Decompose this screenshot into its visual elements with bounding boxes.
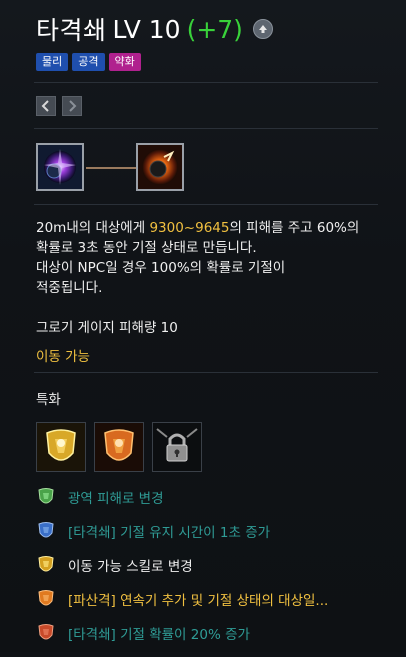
prev-button[interactable] (36, 96, 56, 116)
divider (34, 128, 378, 129)
stagger-gauge-text: 그로기 게이지 피해량 10 (36, 320, 178, 336)
tripod-option[interactable]: [파산격] 연속기 추가 및 기절 상태의 대상일... (36, 589, 396, 609)
movable-text: 이동 가능 (36, 349, 90, 365)
tripod-gem-icon (38, 624, 54, 640)
skill-name: 타격쇄 (36, 16, 107, 45)
damage-value: 9300~9645 (149, 220, 230, 236)
tripod-gem-icon (38, 590, 54, 606)
tripod-slot-2[interactable] (94, 422, 144, 472)
desc-line: 적중됩니다. (36, 280, 103, 296)
skill-tooltip: 타격쇄 LV 10 (+7) 물리 공격 약화 20m내의 대상에게 9300~… (0, 0, 406, 652)
tripod-gem-icon (38, 522, 54, 538)
rune-nav (36, 96, 82, 116)
desc-text: 의 피해를 주고 60%의 (229, 220, 360, 236)
skill-icon-rune[interactable] (36, 143, 84, 191)
tag-attack: 공격 (72, 53, 105, 71)
tripod-gem-icon (37, 423, 85, 471)
title-row: 타격쇄 LV 10 (+7) (36, 12, 273, 46)
tripod-option-label: [타격쇄] 기절 확률이 20% 증가 (68, 627, 250, 643)
skill-level: LV 10 (112, 14, 181, 44)
next-button[interactable] (62, 96, 82, 116)
tripod-gem-icon (38, 488, 54, 504)
chevron-right-icon (69, 100, 77, 112)
tripod-option[interactable]: [타격쇄] 기절 확률이 20% 증가 (36, 623, 396, 643)
divider (34, 372, 378, 373)
desc-line: 확률로 3초 동안 기절 상태로 만듭니다. (36, 240, 257, 256)
skill-level-bonus: (+7) (186, 14, 243, 44)
tripod-list: 광역 피해로 변경 [타격쇄] 기절 유지 시간이 1초 증가 이동 가능 스킬… (36, 487, 396, 657)
chevron-left-icon (41, 100, 49, 112)
tripod-option[interactable]: 이동 가능 스킬로 변경 (36, 555, 396, 575)
desc-line: 대상이 NPC일 경우 100%의 확률로 기절이 (36, 260, 286, 276)
tag-weaken: 약화 (108, 53, 141, 71)
skill-description: 20m내의 대상에게 9300~9645의 피해를 주고 60%의 확률로 3초… (36, 218, 386, 298)
tripod-icons (36, 422, 202, 472)
skill-icons (36, 143, 196, 195)
tripod-option-label: 광역 피해로 변경 (68, 491, 164, 507)
tripod-option-label: [타격쇄] 기절 유지 시간이 1초 증가 (68, 525, 271, 541)
skill-tags: 물리 공격 약화 (36, 53, 141, 71)
tripod-option[interactable]: [타격쇄] 기절 유지 시간이 1초 증가 (36, 521, 396, 541)
tag-physical: 물리 (36, 53, 69, 71)
divider (34, 204, 378, 205)
tripod-option[interactable]: 광역 피해로 변경 (36, 487, 396, 507)
tripod-option-label: 이동 가능 스킬로 변경 (68, 559, 193, 575)
tripod-option-label: [파산격] 연속기 추가 및 기절 상태의 대상일... (68, 593, 329, 609)
tripod-section-title: 특화 (36, 392, 61, 408)
tripod-gem-icon (95, 423, 143, 471)
desc-text: 20m내의 대상에게 (36, 220, 150, 236)
tripod-slot-1[interactable] (36, 422, 86, 472)
tripod-slot-locked[interactable] (152, 422, 202, 472)
skill-icon-main[interactable] (136, 143, 184, 191)
divider (34, 82, 378, 83)
tripod-gem-icon (38, 556, 54, 572)
lock-icon (153, 423, 201, 471)
arrow-up-icon[interactable] (252, 19, 273, 39)
